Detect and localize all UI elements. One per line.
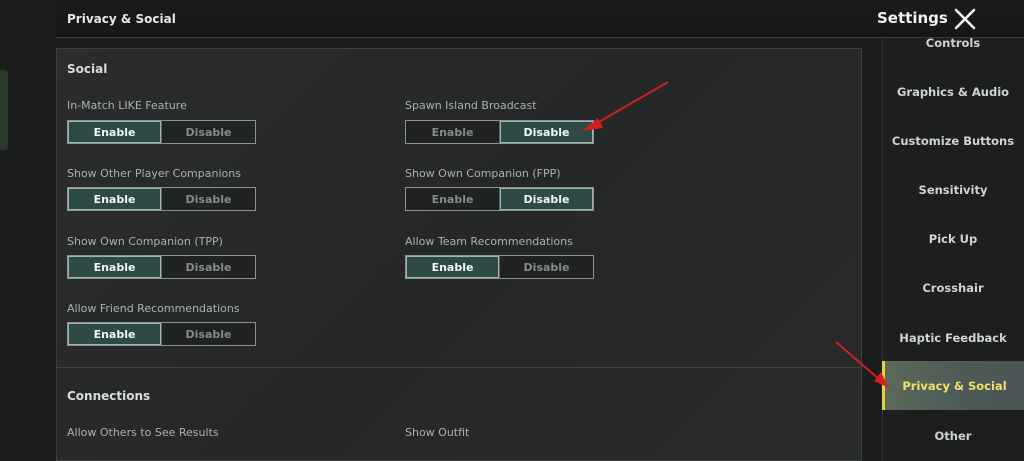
sidebar-item-other[interactable]: Other — [882, 411, 1024, 460]
sidebar-item-customize-buttons[interactable]: Customize Buttons — [882, 116, 1024, 165]
sidebar-item-haptic-feedback[interactable]: Haptic Feedback — [882, 313, 1024, 362]
disable-button[interactable]: Disable — [161, 188, 255, 210]
toggle-allow-friend-recommendations: Enable Disable — [67, 322, 256, 346]
enable-button[interactable]: Enable — [406, 256, 499, 278]
sidebar-item-sensitivity[interactable]: Sensitivity — [882, 165, 1024, 214]
enable-button[interactable]: Enable — [68, 121, 161, 143]
setting-label-allow-friend-recommendations: Allow Friend Recommendations — [67, 302, 240, 315]
setting-label-show-other-player-companions: Show Other Player Companions — [67, 167, 241, 180]
enable-button[interactable]: Enable — [68, 188, 161, 210]
section-title-social: Social — [67, 62, 108, 76]
settings-title: Settings — [877, 9, 948, 27]
toggle-allow-team-recommendations: Enable Disable — [405, 255, 594, 279]
sidebar-item-pick-up[interactable]: Pick Up — [882, 214, 1024, 263]
enable-button[interactable]: Enable — [68, 256, 161, 278]
setting-label-show-outfit: Show Outfit — [405, 426, 470, 439]
toggle-show-other-player-companions: Enable Disable — [67, 187, 256, 211]
sidebar-item-privacy-social[interactable]: Privacy & Social — [882, 361, 1024, 410]
disable-button[interactable]: Disable — [499, 121, 593, 143]
sidebar-item-crosshair[interactable]: Crosshair — [882, 263, 1024, 312]
background-edge — [0, 70, 8, 150]
toggle-show-own-companion-tpp: Enable Disable — [67, 255, 256, 279]
disable-button[interactable]: Disable — [161, 256, 255, 278]
sidebar-item-graphics-audio[interactable]: Graphics & Audio — [882, 67, 1024, 116]
disable-button[interactable]: Disable — [161, 121, 255, 143]
disable-button[interactable]: Disable — [499, 256, 593, 278]
disable-button[interactable]: Disable — [161, 323, 255, 345]
setting-label-show-own-companion-tpp: Show Own Companion (TPP) — [67, 235, 223, 248]
section-divider — [56, 367, 862, 368]
setting-label-spawn-island-broadcast: Spawn Island Broadcast — [405, 99, 537, 112]
toggle-in-match-like: Enable Disable — [67, 120, 256, 144]
enable-button[interactable]: Enable — [406, 188, 499, 210]
enable-button[interactable]: Enable — [68, 323, 161, 345]
setting-label-allow-team-recommendations: Allow Team Recommendations — [405, 235, 573, 248]
setting-label-allow-others-to-see-results: Allow Others to See Results — [67, 426, 219, 439]
setting-label-show-own-companion-fpp: Show Own Companion (FPP) — [405, 167, 561, 180]
toggle-spawn-island-broadcast: Enable Disable — [405, 120, 594, 144]
page-title: Privacy & Social — [67, 12, 176, 26]
disable-button[interactable]: Disable — [499, 188, 593, 210]
section-title-connections: Connections — [67, 389, 151, 403]
sidebar-item-controls[interactable]: Controls — [882, 26, 1024, 60]
setting-label-in-match-like: In-Match LIKE Feature — [67, 99, 187, 112]
enable-button[interactable]: Enable — [406, 121, 499, 143]
toggle-show-own-companion-fpp: Enable Disable — [405, 187, 594, 211]
